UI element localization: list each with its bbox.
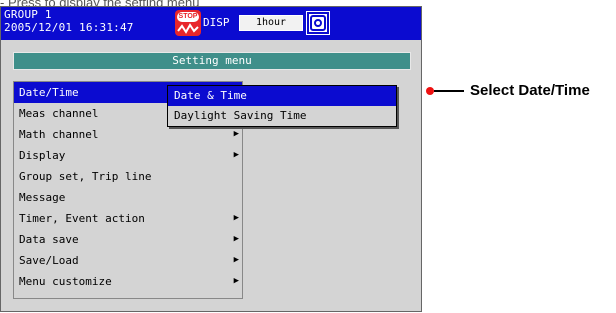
time-interval-display[interactable]: 1hour — [239, 15, 303, 31]
submenu-arrow-icon: ▶ — [233, 276, 239, 286]
menu-item-label: Save/Load — [19, 254, 79, 267]
menu-item-label: Math channel — [19, 128, 99, 141]
submenu-arrow-icon: ▶ — [233, 234, 239, 244]
menu-item-label: Display — [19, 149, 66, 162]
menu-item-data-save[interactable]: Data save ▶ — [14, 229, 242, 250]
menu-item-timer-event-action[interactable]: Timer, Event action ▶ — [14, 208, 242, 229]
stop-status-label: STOP — [177, 12, 199, 22]
menu-item-label: Data save — [19, 233, 79, 246]
recorder-screen: GROUP 1 2005/12/01 16:31:47 STOP DISP 1h… — [0, 6, 422, 312]
submenu-item-label: Date & Time — [174, 89, 247, 102]
submenu-arrow-icon: ▶ — [233, 150, 239, 160]
menu-item-math-channel[interactable]: Math channel ▶ — [14, 124, 242, 145]
setting-menu-title: Setting menu — [13, 52, 411, 70]
menu-item-group-set-trip-line[interactable]: Group set, Trip line — [14, 166, 242, 187]
submenu-item-daylight-saving-time[interactable]: Daylight Saving Time — [168, 106, 396, 126]
group-name: GROUP 1 — [4, 8, 52, 21]
callout-leader-line — [434, 90, 464, 92]
menu-item-label: Timer, Event action — [19, 212, 145, 225]
display-mode-icon[interactable] — [306, 11, 330, 35]
stop-status-icon: STOP — [175, 10, 201, 36]
date-time-display: 2005/12/01 16:31:47 — [4, 21, 134, 34]
menu-item-menu-customize[interactable]: Menu customize ▶ — [14, 271, 242, 292]
submenu-arrow-icon: ▶ — [233, 255, 239, 265]
submenu-item-date-and-time[interactable]: Date & Time — [168, 86, 396, 106]
waveform-icon — [177, 23, 199, 34]
target-icon — [310, 15, 326, 31]
menu-item-label: Message — [19, 191, 66, 204]
status-header: GROUP 1 2005/12/01 16:31:47 STOP DISP 1h… — [1, 7, 421, 40]
submenu-item-label: Daylight Saving Time — [174, 109, 307, 122]
menu-item-save-load[interactable]: Save/Load ▶ — [14, 250, 242, 271]
menu-item-display[interactable]: Display ▶ — [14, 145, 242, 166]
menu-item-label: Menu customize — [19, 275, 112, 288]
submenu-arrow-icon: ▶ — [233, 129, 239, 139]
disp-label: DISP — [203, 16, 230, 29]
menu-item-label: Group set, Trip line — [19, 170, 152, 183]
menu-item-message[interactable]: Message — [14, 187, 242, 208]
menu-item-label: Meas channel — [19, 107, 99, 120]
callout-label: Select Date/Time — [470, 82, 590, 99]
menu-item-label: Date/Time — [19, 86, 79, 99]
callout-dot — [426, 87, 434, 95]
date-time-submenu: Date & Time Daylight Saving Time — [167, 85, 397, 127]
submenu-arrow-icon: ▶ — [233, 213, 239, 223]
